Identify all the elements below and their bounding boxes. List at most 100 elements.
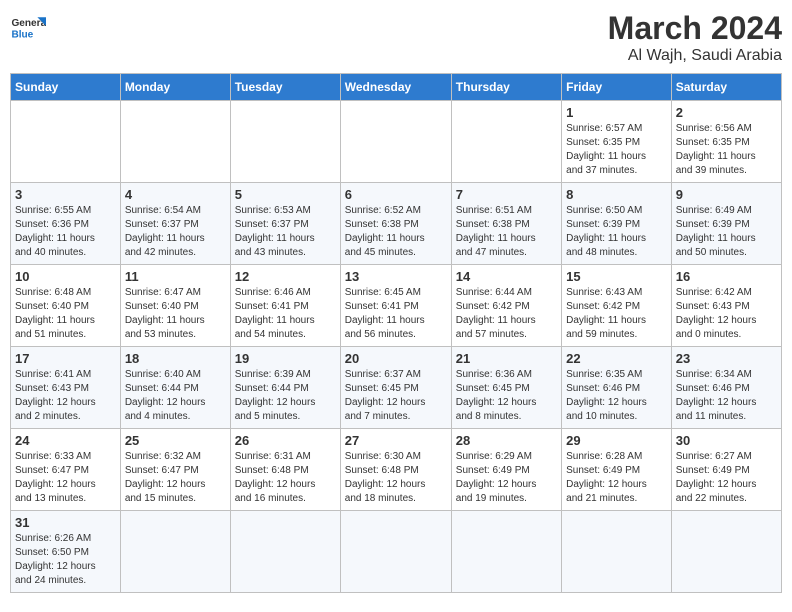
day-header-saturday: Saturday — [671, 74, 781, 101]
calendar-day — [451, 101, 561, 183]
day-number: 16 — [676, 269, 777, 284]
calendar-day: 28 Sunrise: 6:29 AM Sunset: 6:49 PM Dayli… — [451, 429, 561, 511]
calendar-day — [11, 101, 121, 183]
day-info: Sunrise: 6:40 AM Sunset: 6:44 PM Dayligh… — [125, 368, 226, 424]
calendar-day: 10 Sunrise: 6:48 AM Sunset: 6:40 PM Dayli… — [11, 265, 121, 347]
day-info: Sunrise: 6:49 AM Sunset: 6:39 PM Dayligh… — [676, 204, 777, 260]
day-header-thursday: Thursday — [451, 74, 561, 101]
calendar-day: 23 Sunrise: 6:34 AM Sunset: 6:46 PM Dayli… — [671, 347, 781, 429]
day-number: 1 — [566, 105, 667, 120]
day-info: Sunrise: 6:36 AM Sunset: 6:45 PM Dayligh… — [456, 368, 557, 424]
day-number: 15 — [566, 269, 667, 284]
day-info: Sunrise: 6:50 AM Sunset: 6:39 PM Dayligh… — [566, 204, 667, 260]
day-header-monday: Monday — [120, 74, 230, 101]
calendar-day: 19 Sunrise: 6:39 AM Sunset: 6:44 PM Dayli… — [230, 347, 340, 429]
day-number: 12 — [235, 269, 336, 284]
day-info: Sunrise: 6:35 AM Sunset: 6:46 PM Dayligh… — [566, 368, 667, 424]
day-info: Sunrise: 6:43 AM Sunset: 6:42 PM Dayligh… — [566, 286, 667, 342]
header-row: SundayMondayTuesdayWednesdayThursdayFrid… — [11, 74, 782, 101]
day-number: 23 — [676, 351, 777, 366]
svg-text:Blue: Blue — [11, 29, 33, 40]
day-info: Sunrise: 6:34 AM Sunset: 6:46 PM Dayligh… — [676, 368, 777, 424]
day-info: Sunrise: 6:30 AM Sunset: 6:48 PM Dayligh… — [345, 450, 447, 506]
calendar-day: 20Sunrise: 6:37 AM Sunset: 6:45 PM Dayli… — [340, 347, 451, 429]
day-number: 28 — [456, 433, 557, 448]
calendar-day: 12Sunrise: 6:46 AM Sunset: 6:41 PM Dayli… — [230, 265, 340, 347]
calendar-day: 31 Sunrise: 6:26 AM Sunset: 6:50 PM Dayli… — [11, 511, 121, 593]
month-year: March 2024 — [608, 10, 782, 47]
day-number: 29 — [566, 433, 667, 448]
location: Al Wajh, Saudi Arabia — [608, 47, 782, 65]
calendar-day: 24Sunrise: 6:33 AM Sunset: 6:47 PM Dayli… — [11, 429, 121, 511]
calendar-day: 16 Sunrise: 6:42 AM Sunset: 6:43 PM Dayli… — [671, 265, 781, 347]
calendar-day: 6 Sunrise: 6:52 AM Sunset: 6:38 PM Daylig… — [340, 183, 451, 265]
calendar-day: 14 Sunrise: 6:44 AM Sunset: 6:42 PM Dayli… — [451, 265, 561, 347]
day-info: Sunrise: 6:44 AM Sunset: 6:42 PM Dayligh… — [456, 286, 557, 342]
day-number: 4 — [125, 187, 226, 202]
day-number: 5 — [235, 187, 336, 202]
calendar-week-6: 31 Sunrise: 6:26 AM Sunset: 6:50 PM Dayli… — [11, 511, 782, 593]
day-info: Sunrise: 6:28 AM Sunset: 6:49 PM Dayligh… — [566, 450, 667, 506]
calendar-day — [340, 511, 451, 593]
day-info: Sunrise: 6:32 AM Sunset: 6:47 PM Dayligh… — [125, 450, 226, 506]
calendar-day — [562, 511, 672, 593]
day-info: Sunrise: 6:26 AM Sunset: 6:50 PM Dayligh… — [15, 532, 116, 588]
day-info: Sunrise: 6:37 AM Sunset: 6:45 PM Dayligh… — [345, 368, 447, 424]
calendar-day: 15 Sunrise: 6:43 AM Sunset: 6:42 PM Dayli… — [562, 265, 672, 347]
calendar-day: 5 Sunrise: 6:53 AM Sunset: 6:37 PM Daylig… — [230, 183, 340, 265]
day-number: 9 — [676, 187, 777, 202]
day-number: 10 — [15, 269, 116, 284]
calendar-day: 1 Sunrise: 6:57 AM Sunset: 6:35 PM Daylig… — [562, 101, 672, 183]
calendar-day: 2 Sunrise: 6:56 AM Sunset: 6:35 PM Daylig… — [671, 101, 781, 183]
day-number: 8 — [566, 187, 667, 202]
day-info: Sunrise: 6:29 AM Sunset: 6:49 PM Dayligh… — [456, 450, 557, 506]
day-number: 21 — [456, 351, 557, 366]
day-number: 6 — [345, 187, 447, 202]
day-header-wednesday: Wednesday — [340, 74, 451, 101]
day-number: 25 — [125, 433, 226, 448]
day-number: 7 — [456, 187, 557, 202]
calendar-day: 3Sunrise: 6:55 AM Sunset: 6:36 PM Daylig… — [11, 183, 121, 265]
day-info: Sunrise: 6:53 AM Sunset: 6:37 PM Dayligh… — [235, 204, 336, 260]
logo: General Blue — [10, 10, 46, 46]
day-info: Sunrise: 6:42 AM Sunset: 6:43 PM Dayligh… — [676, 286, 777, 342]
day-number: 22 — [566, 351, 667, 366]
logo-icon: General Blue — [10, 10, 46, 46]
day-number: 19 — [235, 351, 336, 366]
day-info: Sunrise: 6:52 AM Sunset: 6:38 PM Dayligh… — [345, 204, 447, 260]
day-info: Sunrise: 6:57 AM Sunset: 6:35 PM Dayligh… — [566, 122, 667, 178]
calendar-week-2: 3Sunrise: 6:55 AM Sunset: 6:36 PM Daylig… — [11, 183, 782, 265]
calendar-day: 8 Sunrise: 6:50 AM Sunset: 6:39 PM Daylig… — [562, 183, 672, 265]
calendar-day: 30 Sunrise: 6:27 AM Sunset: 6:49 PM Dayli… — [671, 429, 781, 511]
calendar-week-1: 1 Sunrise: 6:57 AM Sunset: 6:35 PM Daylig… — [11, 101, 782, 183]
day-number: 2 — [676, 105, 777, 120]
day-info: Sunrise: 6:55 AM Sunset: 6:36 PM Dayligh… — [15, 204, 116, 260]
day-info: Sunrise: 6:56 AM Sunset: 6:35 PM Dayligh… — [676, 122, 777, 178]
calendar-day — [230, 101, 340, 183]
calendar-day — [671, 511, 781, 593]
day-info: Sunrise: 6:48 AM Sunset: 6:40 PM Dayligh… — [15, 286, 116, 342]
day-info: Sunrise: 6:47 AM Sunset: 6:40 PM Dayligh… — [125, 286, 226, 342]
day-header-friday: Friday — [562, 74, 672, 101]
calendar-day: 21 Sunrise: 6:36 AM Sunset: 6:45 PM Dayli… — [451, 347, 561, 429]
calendar-day: 22 Sunrise: 6:35 AM Sunset: 6:46 PM Dayli… — [562, 347, 672, 429]
day-info: Sunrise: 6:27 AM Sunset: 6:49 PM Dayligh… — [676, 450, 777, 506]
calendar-day: 9 Sunrise: 6:49 AM Sunset: 6:39 PM Daylig… — [671, 183, 781, 265]
calendar-week-3: 10 Sunrise: 6:48 AM Sunset: 6:40 PM Dayli… — [11, 265, 782, 347]
day-number: 14 — [456, 269, 557, 284]
calendar-day — [340, 101, 451, 183]
calendar-day: 13Sunrise: 6:45 AM Sunset: 6:41 PM Dayli… — [340, 265, 451, 347]
day-number: 18 — [125, 351, 226, 366]
day-info: Sunrise: 6:54 AM Sunset: 6:37 PM Dayligh… — [125, 204, 226, 260]
day-number: 30 — [676, 433, 777, 448]
day-number: 24 — [15, 433, 116, 448]
day-info: Sunrise: 6:39 AM Sunset: 6:44 PM Dayligh… — [235, 368, 336, 424]
calendar-day: 25 Sunrise: 6:32 AM Sunset: 6:47 PM Dayli… — [120, 429, 230, 511]
calendar-day — [120, 511, 230, 593]
calendar-day: 29 Sunrise: 6:28 AM Sunset: 6:49 PM Dayli… — [562, 429, 672, 511]
day-number: 31 — [15, 515, 116, 530]
calendar-day: 4 Sunrise: 6:54 AM Sunset: 6:37 PM Daylig… — [120, 183, 230, 265]
day-info: Sunrise: 6:31 AM Sunset: 6:48 PM Dayligh… — [235, 450, 336, 506]
header: General Blue March 2024 Al Wajh, Saudi A… — [10, 10, 782, 65]
calendar-week-5: 24Sunrise: 6:33 AM Sunset: 6:47 PM Dayli… — [11, 429, 782, 511]
